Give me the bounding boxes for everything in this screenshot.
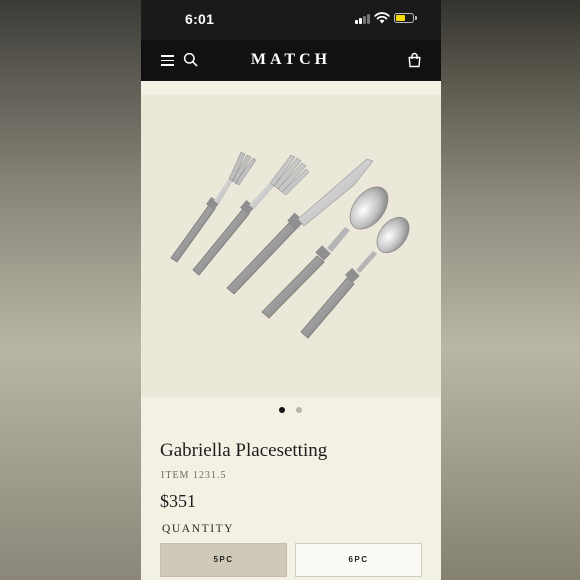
flatware-product-image [170, 151, 410, 339]
product-image-gallery[interactable] [141, 95, 441, 397]
brand-logo[interactable]: MATCH [141, 51, 441, 69]
battery-tip [415, 16, 417, 20]
wifi-icon [374, 12, 390, 24]
phone-screen: 6:01 MATCH Gabriella Placesetting ITEM 1… [141, 0, 441, 580]
pagination-dot-active[interactable] [279, 407, 285, 413]
gallery-pagination [141, 407, 441, 415]
pagination-dot[interactable] [296, 407, 302, 413]
item-number: ITEM 1231.5 [161, 470, 227, 481]
option-6pc-button[interactable]: 6PC [295, 543, 422, 577]
teaspoon-shape [300, 216, 410, 339]
background-blur-left [0, 0, 141, 580]
background-blur-right [441, 0, 580, 580]
shopping-bag-icon[interactable] [407, 52, 422, 68]
site-header: MATCH [141, 40, 441, 81]
battery-icon [394, 13, 414, 23]
cellular-signal-icon [355, 13, 371, 24]
quantity-label: QUANTITY [162, 523, 235, 535]
status-bar: 6:01 [141, 0, 441, 40]
product-price: $351 [160, 491, 196, 511]
product-title: Gabriella Placesetting [160, 440, 328, 461]
status-time: 6:01 [185, 11, 215, 27]
option-5pc-button[interactable]: 5PC [160, 543, 287, 577]
